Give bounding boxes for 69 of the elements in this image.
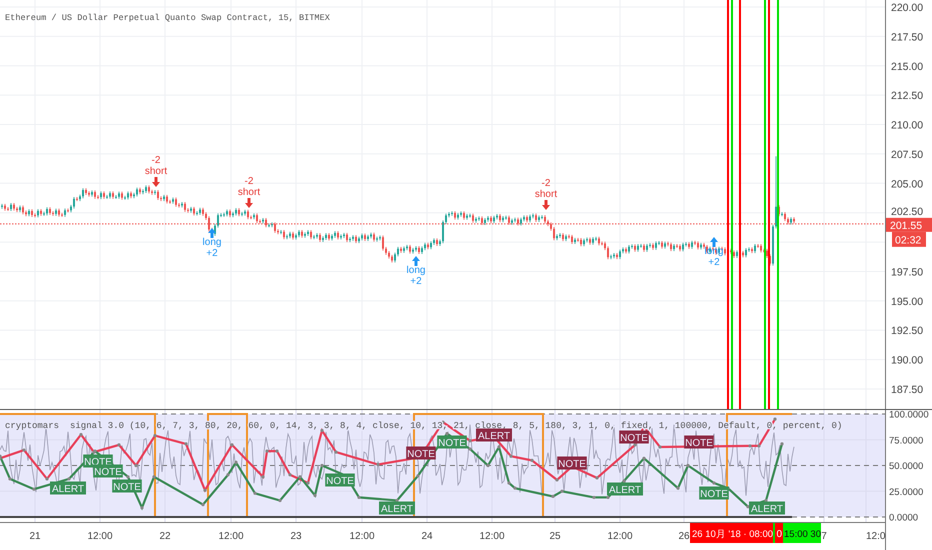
price-tick: 205.00 [891, 178, 924, 190]
signal-amount: -2 [152, 155, 160, 166]
signal-label: short [238, 187, 260, 198]
time-label: 12:00 [349, 531, 375, 542]
signal-amount: +2 [206, 248, 218, 259]
down-arrow-icon [245, 198, 253, 208]
price-tick: 212.50 [891, 90, 924, 102]
alert-badge: ALERT [379, 502, 415, 515]
alert-badge: ALERT [476, 428, 512, 442]
alert-badge: NOTE [112, 480, 142, 493]
time-label: 22 [159, 531, 171, 542]
indicator-name: cryptomars [5, 421, 60, 431]
price-tick: 220.00 [891, 2, 924, 14]
price-tick: 192.50 [891, 325, 924, 338]
indicator-tick: 0.0000 [889, 512, 918, 522]
alert-badge: NOTE [93, 464, 123, 478]
signal-amount: +2 [410, 276, 422, 287]
indicator-tick: 75.0000 [889, 435, 924, 446]
last-price-tag: 201.55 [886, 218, 932, 232]
countdown-tag: 02:32 [892, 232, 926, 247]
signal-amount: -2 [542, 178, 550, 189]
time-label: 12:00 [87, 531, 113, 542]
alert-badge: NOTE [406, 446, 436, 460]
time-label: 12:0 [866, 531, 886, 542]
alert-badge: ALERT [749, 502, 785, 515]
alert-badge: NOTE [557, 456, 587, 470]
alert-badge: ALERT [50, 482, 86, 495]
time-label: 24 [421, 531, 433, 542]
price-tick: 215.00 [891, 60, 924, 73]
indicator-tick: 100.0000 [889, 410, 929, 420]
alert-badge: ALERT [607, 482, 643, 496]
signal-amount: +2 [708, 257, 720, 268]
down-arrow-icon [542, 200, 550, 210]
up-arrow-icon [710, 237, 718, 247]
price-tick: 190.00 [891, 354, 924, 367]
signal-label: long [202, 237, 222, 248]
time-label: 23 [290, 531, 302, 542]
down-arrow-icon [152, 177, 160, 187]
signal-label: long [406, 265, 426, 276]
time-label: 25 [549, 531, 561, 542]
alert-badge: NOTE [684, 436, 714, 449]
price-tick: 195.00 [891, 296, 924, 308]
alert-badge: NOTE [619, 430, 649, 444]
signal-amount: -2 [244, 176, 254, 187]
time-label: 12:00 [218, 531, 244, 542]
time-label: 12:00 [479, 531, 505, 542]
alert-badge: NOTE [437, 436, 467, 449]
price-tick: 197.50 [891, 266, 924, 278]
cursor-time-label: 15:00 30 [783, 523, 821, 543]
price-tick: 217.50 [891, 31, 924, 44]
cursor-date-label: 26 10月 '18 · 08:00 [690, 523, 774, 543]
price-tick: 202.50 [891, 206, 924, 218]
signal-label: short [144, 166, 168, 177]
up-arrow-icon [412, 256, 420, 266]
indicator-tick: 25.0000 [889, 486, 924, 498]
alert-badge: NOTE [325, 474, 355, 487]
price-tick: 210.00 [891, 120, 924, 132]
cursor-bar-label: 0 [775, 523, 783, 543]
price-tick: 187.50 [891, 384, 924, 396]
time-label: 26 [678, 531, 690, 542]
time-label: 12:00 [607, 531, 633, 542]
time-label: 21 [29, 531, 41, 542]
indicator-tick: 50.0000 [889, 461, 924, 472]
price-tick: 207.50 [891, 148, 924, 161]
time-label: 7 [821, 531, 827, 542]
alert-badge: NOTE [699, 486, 729, 500]
chart-title: Ethereum / US Dollar Perpetual Quanto Swap Contract, 15, BITMEX [5, 13, 330, 23]
signal-label: short [534, 189, 558, 200]
up-arrow-icon [208, 228, 216, 238]
